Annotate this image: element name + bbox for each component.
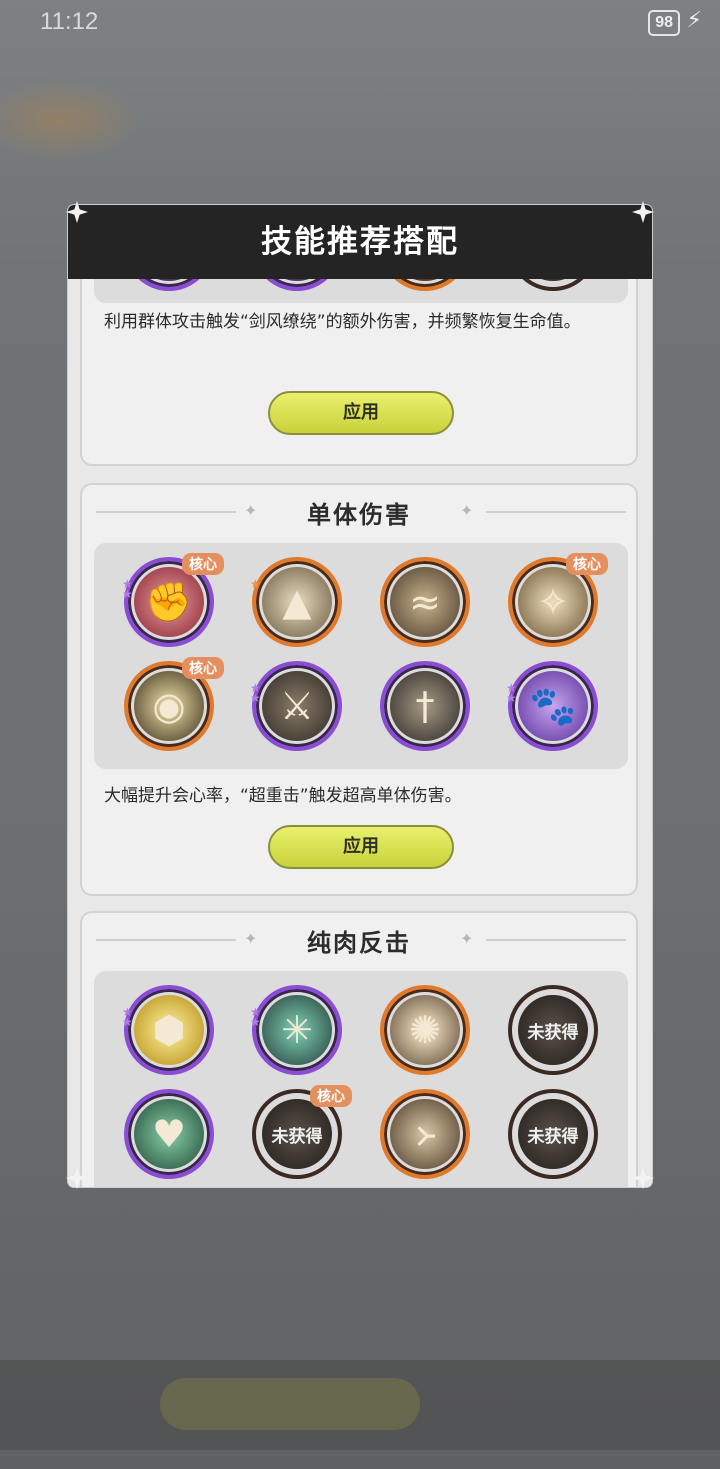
sword-down-icon: † [415, 684, 435, 728]
heart-icon: ♥ [151, 1112, 187, 1156]
skill-icon-web[interactable]: ✳ ★ ★ [250, 985, 342, 1075]
charging-icon: ⚡ [686, 8, 702, 33]
skill-icon[interactable] [124, 279, 214, 291]
skill-icon-beast[interactable]: 🐾 ★ ★ [506, 661, 598, 751]
rank-stars: ★ ★ [506, 681, 517, 705]
core-badge: 核心 [310, 1085, 352, 1107]
web-icon: ✳ [281, 1008, 313, 1052]
skill-icon-sword-down[interactable]: † [380, 661, 470, 751]
skill-icon[interactable] [380, 279, 470, 291]
sparkle-icon: ✦ [460, 929, 474, 948]
shield-icon: ⬢ [152, 1008, 186, 1052]
locked-label: 未获得 [527, 1126, 579, 1147]
battery-indicator: 98 [648, 10, 680, 36]
section-description: 利用群体攻击触发“剑风缭绕”的额外伤害，并频繁恢复生命值。 [104, 312, 581, 332]
skill-icon-shield[interactable]: ⬢ ★ ★ [122, 985, 214, 1075]
sword-up-icon: ⚔ [279, 684, 315, 728]
sword-icon: ✧ [537, 580, 569, 624]
wind-icon: ≈ [409, 580, 441, 624]
rank-stars: ★ ★ [250, 1005, 261, 1029]
rank-stars: ★ [250, 577, 261, 591]
rank-stars: ★ ★ [122, 577, 133, 601]
eye-icon: ◉ [152, 684, 186, 728]
skill-icon-eye[interactable]: ◉ 核心 [124, 657, 224, 751]
skill-icon-locked[interactable]: 未获得 [508, 1089, 598, 1179]
rank-stars: ★ ★ [122, 1005, 133, 1029]
skill-recommend-dialog: 技能推荐搭配 利用群体攻击触发“剑风缭绕”的额外伤害，并频繁恢复生命值。 应用 … [68, 205, 652, 1187]
skill-icon-sword[interactable]: ✧ 核心 [508, 553, 608, 647]
background-bar [0, 1360, 720, 1450]
core-badge: 核心 [182, 657, 224, 679]
dialog-scroll-content[interactable]: 利用群体攻击触发“剑风缭绕”的额外伤害，并频繁恢复生命值。 应用 ✦ 单体伤害 … [80, 279, 640, 1187]
divider [486, 939, 626, 941]
background-button [160, 1378, 420, 1430]
burst-icon: ✺ [409, 1008, 441, 1052]
sparkle-icon: ✦ [460, 501, 474, 520]
skill-icon-spike[interactable]: ▲ ★ [250, 557, 342, 647]
section-card-group: 利用群体攻击触发“剑风缭绕”的额外伤害，并频繁恢复生命值。 应用 [80, 279, 638, 466]
strike-icon: ✊ [145, 579, 193, 624]
locked-label: 未获得 [527, 1022, 579, 1043]
skill-icon-sword-up[interactable]: ⚔ ★ ★ [250, 661, 342, 751]
core-badge: 核心 [566, 553, 608, 575]
spike-icon: ▲ [282, 580, 312, 624]
skill-icon-rune[interactable]: ᚛ [380, 1089, 470, 1179]
locked-label: 未获得 [271, 1126, 323, 1147]
beast-icon: 🐾 [529, 683, 577, 728]
skill-icon[interactable] [252, 279, 342, 291]
dialog-title: 技能推荐搭配 [68, 205, 652, 279]
apply-button[interactable]: 应用 [268, 391, 454, 435]
section-card-tank-counter: ✦ 纯肉反击 ✦ ⬢ ★ ★ ✳ ★ ★ ✺ 未获得 ♥ 未获得 核心 ᚛ 未获… [80, 911, 638, 1187]
skill-icon-wind[interactable]: ≈ [380, 557, 470, 647]
rune-icon: ᚛ [415, 1112, 435, 1156]
skill-icons-box: ✊ 核心 ★ ★ ▲ ★ ≈ ✧ 核心 ◉ 核心 ⚔ ★ ★ † 🐾 ★ ★ [94, 543, 628, 769]
status-bar: 11:12 98 ⚡ [0, 0, 720, 44]
section-description: 大幅提升会心率，“超重击”触发超高单体伤害。 [104, 786, 462, 806]
skill-icons-box [94, 279, 628, 303]
status-time: 11:12 [40, 8, 99, 35]
divider [486, 511, 626, 513]
apply-button[interactable]: 应用 [268, 825, 454, 869]
section-card-single-target: ✦ 单体伤害 ✦ ✊ 核心 ★ ★ ▲ ★ ≈ ✧ 核心 ◉ 核心 ⚔ ★ ★ … [80, 483, 638, 896]
skill-icon[interactable] [508, 279, 598, 291]
skill-icon-strike[interactable]: ✊ 核心 ★ ★ [122, 553, 224, 647]
rank-stars: ★ ★ [250, 681, 261, 705]
skill-icon-locked[interactable]: 未获得 [508, 985, 598, 1075]
skill-icon-locked[interactable]: 未获得 核心 [252, 1085, 352, 1179]
skill-icons-box: ⬢ ★ ★ ✳ ★ ★ ✺ 未获得 ♥ 未获得 核心 ᚛ 未获得 [94, 971, 628, 1187]
skill-icon-burst[interactable]: ✺ [380, 985, 470, 1075]
core-badge: 核心 [182, 553, 224, 575]
skill-icon-heart[interactable]: ♥ [124, 1089, 214, 1179]
